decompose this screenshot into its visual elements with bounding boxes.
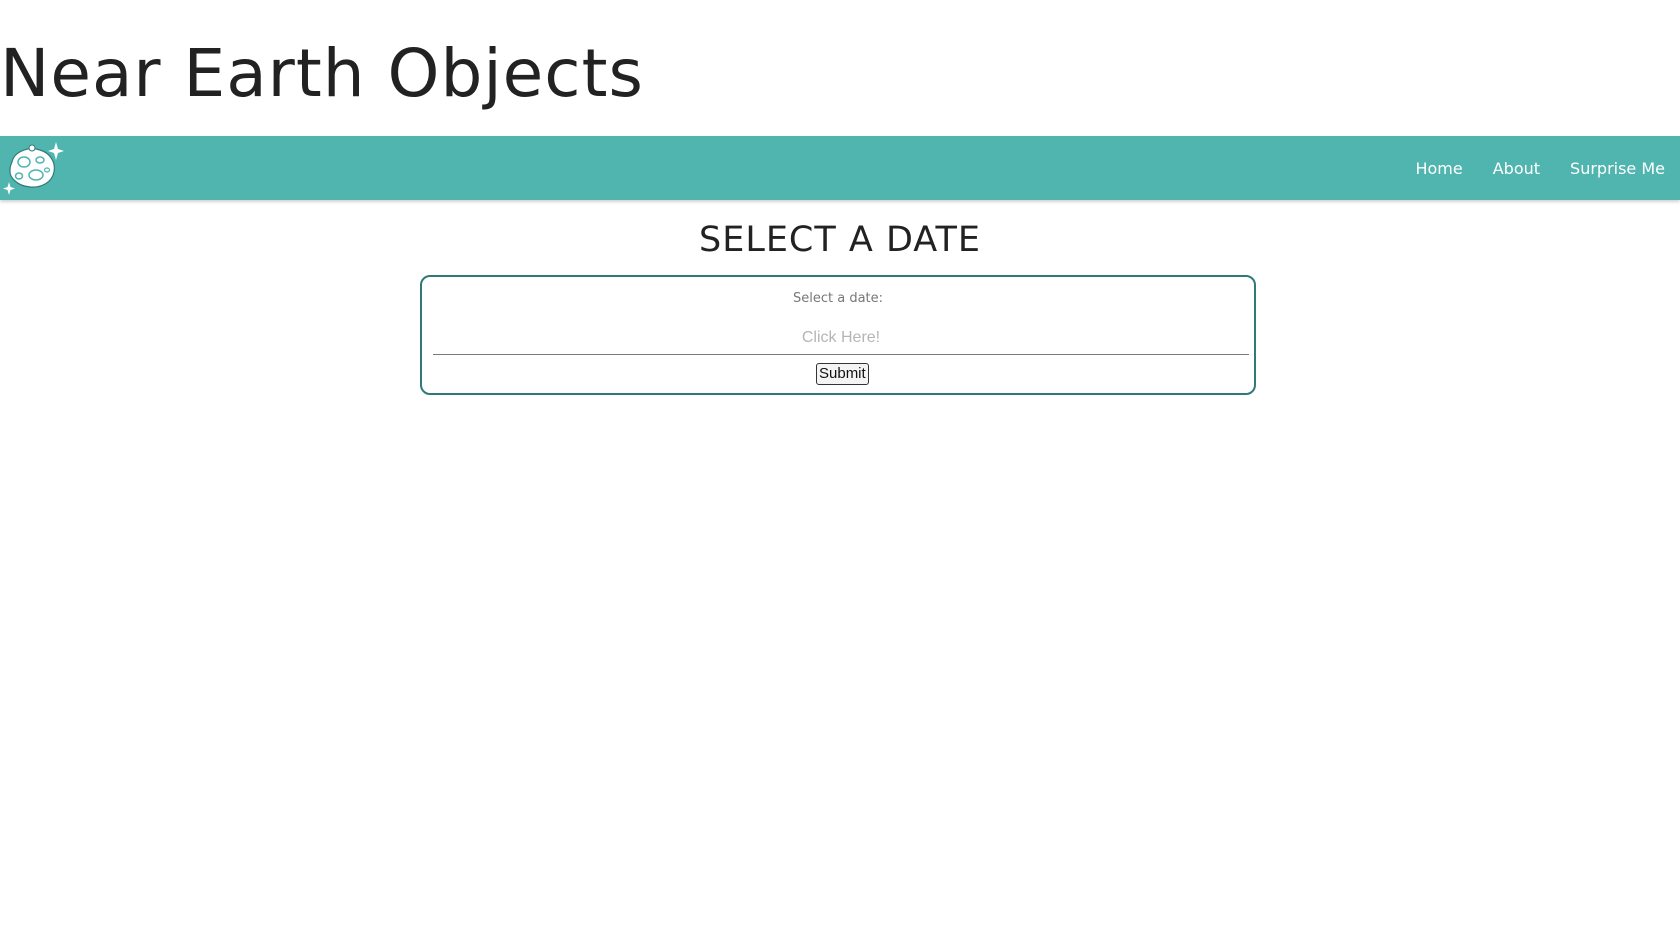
nav-link-about[interactable]: About [1493, 159, 1540, 178]
asteroid-icon[interactable] [2, 140, 66, 198]
submit-button[interactable]: Submit [816, 363, 869, 385]
date-input[interactable] [433, 321, 1249, 355]
navbar: Home About Surprise Me [0, 136, 1680, 200]
section-heading: SELECT A DATE [698, 220, 981, 260]
date-label: Select a date: [792, 291, 884, 306]
nav-link-surprise-me[interactable]: Surprise Me [1570, 159, 1665, 178]
nav-links: Home About Surprise Me [1415, 136, 1665, 200]
nav-link-home[interactable]: Home [1415, 159, 1462, 178]
date-form: Select a date: Submit [420, 275, 1256, 395]
site-title: Near Earth Objects [0, 35, 644, 112]
